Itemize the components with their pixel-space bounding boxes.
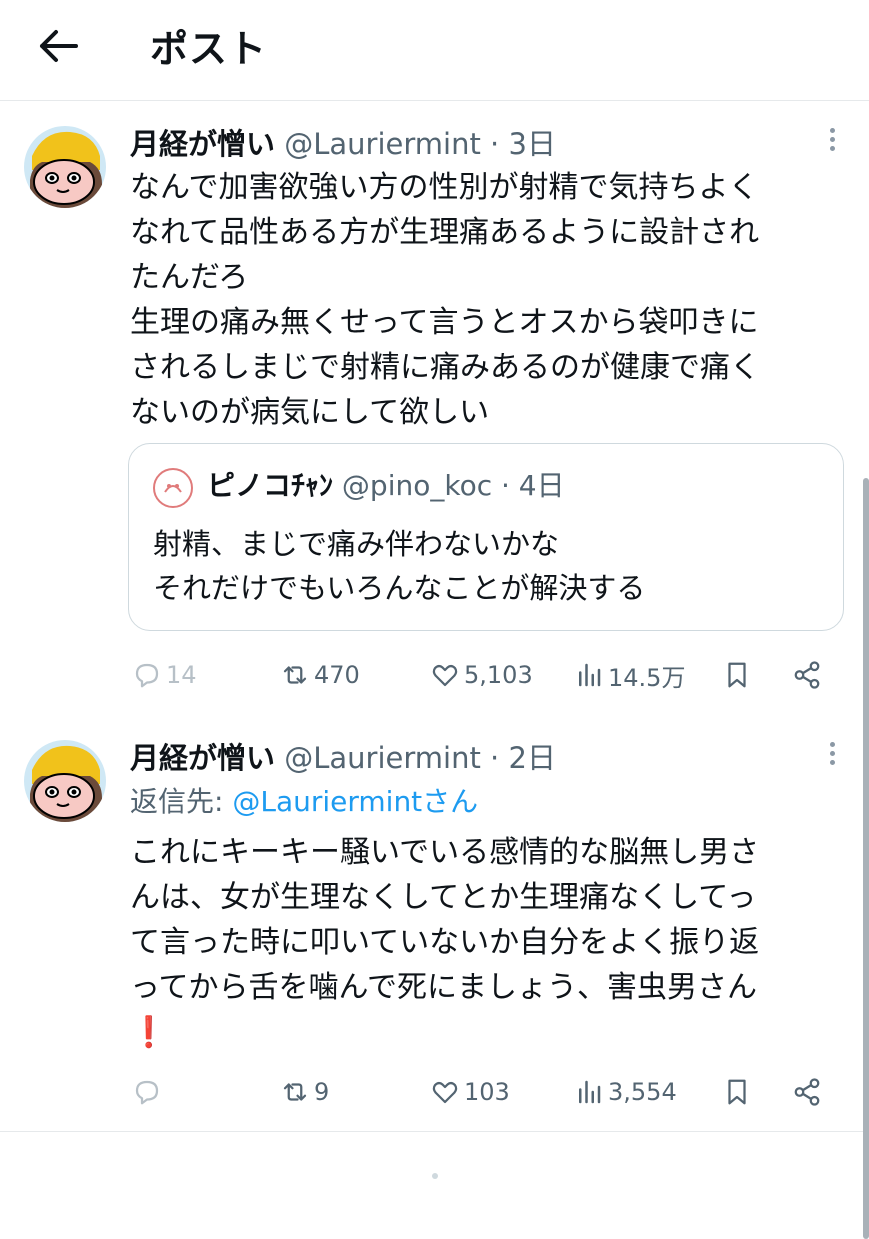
display-name[interactable]: 月経が憎い (130, 127, 275, 161)
quote-display-name: ピノコﾁｬﾝ (207, 469, 334, 502)
reply-post[interactable]: 月経が憎い @Lauriermint · 2日 返信先: @Lauriermin… (0, 720, 869, 1130)
reply-count: 14 (166, 661, 197, 689)
like-button[interactable]: 5,103 (430, 655, 533, 695)
separator: · (480, 741, 509, 775)
exclamation-emoji: ❗ (130, 1015, 168, 1050)
reply-context: 返信先: @Lauriermintさん (130, 784, 478, 820)
reply-target-link[interactable]: @Lauriermintさん (232, 785, 478, 818)
more-options-icon[interactable] (827, 128, 837, 158)
bookmark-button[interactable] (722, 655, 756, 695)
repost-button[interactable]: 470 (280, 655, 360, 695)
divider (0, 1131, 869, 1132)
quote-text: 射精、まじで痛み伴わないかな それだけでもいろんなことが解決する (153, 527, 646, 605)
quoted-post[interactable]: ピノコﾁｬﾝ @pino_koc · 4日 射精、まじで痛み伴わないかな それだ… (128, 443, 844, 631)
reply-prefix: 返信先: (130, 785, 233, 818)
timestamp[interactable]: 3日 (509, 127, 556, 161)
author-line: 月経が憎い @Lauriermint · 3日 (130, 126, 556, 162)
avatar[interactable] (24, 740, 106, 822)
loading-dot (432, 1173, 438, 1179)
separator: · (480, 127, 509, 161)
post-text: これにキーキー騒いでいる感情的な脳無し男さ んは、女が生理なくしてとか生理痛なく… (130, 835, 760, 1005)
quote-timestamp: 4日 (518, 469, 565, 502)
quote-author-line: ピノコﾁｬﾝ @pino_koc · 4日 (207, 468, 565, 504)
views-icon (579, 1080, 601, 1104)
more-options-icon[interactable] (827, 742, 837, 772)
post-main[interactable]: 月経が憎い @Lauriermint · 3日 なんで加害欲強い方の性別が射精で… (0, 100, 869, 720)
action-bar: 14 470 5,103 14.5万 (0, 655, 869, 695)
back-arrow-icon[interactable] (36, 26, 84, 66)
views-count: 3,554 (608, 1078, 677, 1106)
reply-button[interactable] (132, 1072, 166, 1112)
repost-icon (283, 1083, 307, 1101)
like-count: 103 (464, 1078, 510, 1106)
timestamp[interactable]: 2日 (509, 741, 556, 775)
scrollbar[interactable] (863, 478, 869, 1239)
quote-handle: @pino_koc (341, 469, 493, 502)
bookmark-icon (728, 1079, 746, 1105)
views-icon (579, 663, 601, 687)
share-icon (794, 661, 820, 689)
like-count: 5,103 (464, 661, 533, 689)
handle[interactable]: @Lauriermint (284, 127, 481, 161)
handle[interactable]: @Lauriermint (284, 741, 481, 775)
reply-icon (135, 663, 159, 688)
repost-count: 9 (314, 1078, 330, 1106)
views-button[interactable]: 14.5万 (574, 655, 685, 695)
share-button[interactable] (792, 1072, 826, 1112)
quote-separator: · (492, 469, 519, 502)
repost-button[interactable]: 9 (280, 1072, 329, 1112)
heart-icon (432, 664, 458, 687)
bookmark-icon (728, 662, 746, 688)
action-bar: 9 103 3,554 (0, 1072, 869, 1112)
reply-button[interactable]: 14 (132, 655, 197, 695)
post-text: なんで加害欲強い方の性別が射精で気持ちよく なれて品性ある方が生理痛あるように設… (130, 170, 760, 430)
reply-icon (135, 1080, 159, 1105)
repost-count: 470 (314, 661, 360, 689)
views-count: 14.5万 (608, 663, 686, 692)
top-bar: ポスト (0, 0, 869, 101)
heart-icon (432, 1081, 458, 1104)
quote-avatar[interactable] (153, 468, 193, 508)
share-button[interactable] (792, 655, 826, 695)
views-button[interactable]: 3,554 (574, 1072, 677, 1112)
display-name[interactable]: 月経が憎い (130, 741, 275, 775)
share-icon (794, 1078, 820, 1106)
repost-icon (283, 666, 307, 684)
page-title: ポスト (150, 27, 268, 71)
bookmark-button[interactable] (722, 1072, 756, 1112)
like-button[interactable]: 103 (430, 1072, 510, 1112)
avatar[interactable] (24, 126, 106, 208)
author-line: 月経が憎い @Lauriermint · 2日 (130, 740, 556, 776)
